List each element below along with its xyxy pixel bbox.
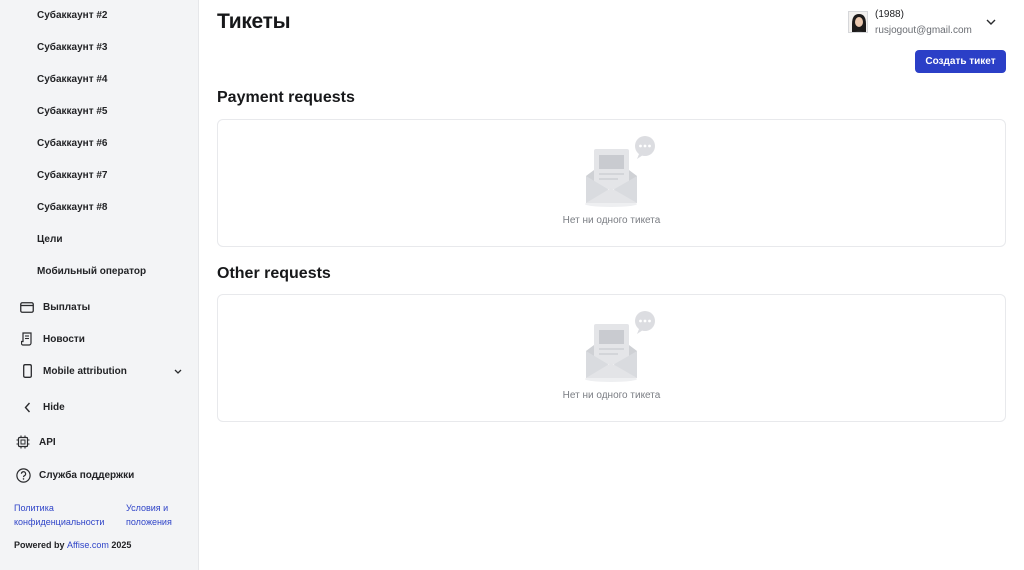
sidebar-item-label: Hide (43, 401, 65, 413)
avatar (848, 11, 868, 33)
sidebar-item-subaccount-6[interactable]: Субаккаунт #6 (37, 137, 108, 151)
sidebar-item-subaccount-8[interactable]: Субаккаунт #8 (37, 201, 108, 215)
other-requests-card: Нет ни одного тикета (217, 294, 1006, 422)
chevron-left-icon (18, 398, 36, 416)
sidebar-item-label: Новости (43, 333, 85, 345)
page-title: Тикеты (217, 10, 291, 33)
powered-by: Powered by Affise.com 2025 (14, 540, 131, 550)
sidebar-item-label: Выплаты (43, 301, 91, 313)
sidebar-item-api[interactable]: API (14, 432, 184, 452)
sidebar-hide-toggle[interactable]: Hide (18, 397, 188, 417)
other-requests-title: Other requests (217, 265, 331, 282)
phone-icon (18, 362, 36, 380)
brand-link[interactable]: Affise.com (67, 540, 109, 550)
question-icon (14, 466, 32, 484)
sidebar-item-mobile-operator[interactable]: Мобильный оператор (37, 265, 146, 279)
sidebar-item-subaccount-5[interactable]: Субаккаунт #5 (37, 105, 108, 119)
payment-requests-title: Payment requests (217, 89, 355, 106)
sidebar-item-label: Служба поддержки (39, 469, 135, 481)
empty-inbox-icon (581, 136, 659, 208)
user-name: (1988) (875, 9, 904, 20)
sidebar: Субаккаунт #2 Субаккаунт #3 Субаккаунт #… (0, 0, 199, 570)
user-menu[interactable]: (1988) rusjogout@gmail.com (848, 8, 1008, 40)
empty-state-text: Нет ни одного тикета (562, 215, 661, 226)
empty-state-text: Нет ни одного тикета (562, 390, 661, 401)
sidebar-item-subaccount-3[interactable]: Субаккаунт #3 (37, 41, 108, 55)
sidebar-item-subaccount-7[interactable]: Субаккаунт #7 (37, 169, 108, 183)
sidebar-item-subaccount-4[interactable]: Субаккаунт #4 (37, 73, 108, 87)
chip-icon (14, 433, 32, 451)
sidebar-item-subaccount-2[interactable]: Субаккаунт #2 (37, 9, 108, 23)
payment-requests-card: Нет ни одного тикета (217, 119, 1006, 247)
sidebar-item-label: API (39, 436, 56, 448)
powered-prefix: Powered by (14, 540, 65, 550)
wallet-icon (18, 298, 36, 316)
privacy-policy-link[interactable]: Политика конфиденциальности (14, 501, 109, 529)
sidebar-item-support[interactable]: Служба поддержки (14, 465, 184, 485)
copyright-year: 2025 (111, 540, 132, 550)
chevron-down-icon[interactable] (172, 365, 184, 377)
terms-link[interactable]: Условия и положения (126, 501, 186, 529)
empty-inbox-icon (581, 311, 659, 383)
create-ticket-button[interactable]: Создать тикет (915, 50, 1006, 73)
sidebar-item-mobile-attribution[interactable]: Mobile attribution (18, 361, 188, 381)
sidebar-item-label: Mobile attribution (43, 365, 127, 377)
sidebar-item-goals[interactable]: Цели (37, 233, 63, 247)
chevron-down-icon[interactable] (984, 15, 998, 29)
user-email: rusjogout@gmail.com (875, 25, 972, 36)
sidebar-item-payouts[interactable]: Выплаты (18, 297, 188, 317)
news-icon (18, 330, 36, 348)
sidebar-item-news[interactable]: Новости (18, 329, 188, 349)
